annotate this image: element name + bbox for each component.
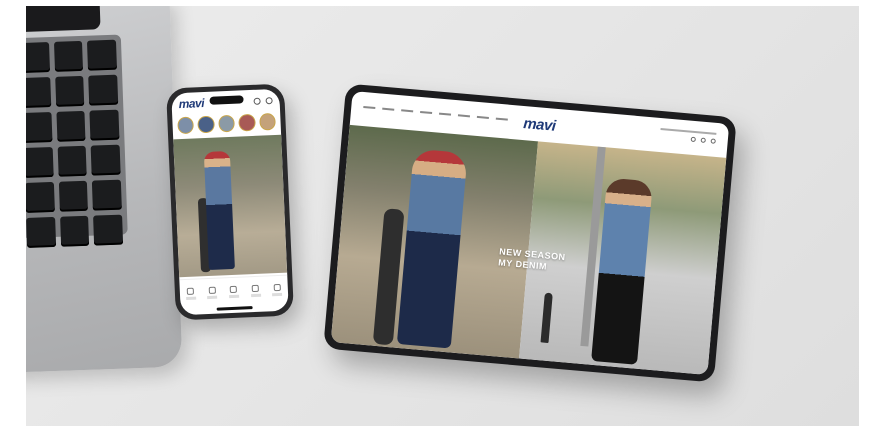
tab-home[interactable] (185, 287, 196, 300)
smartphone-device: mavi (165, 83, 295, 321)
tablet-hero-banner[interactable]: NEW SEASON MY DENIM (330, 124, 727, 375)
brand-logo[interactable]: mavi (523, 115, 557, 135)
phone-hero-image[interactable] (173, 134, 288, 278)
keyboard-key (26, 181, 55, 213)
brand-logo[interactable]: mavi (178, 96, 204, 111)
cart-icon (251, 284, 260, 292)
device-mockup-scene: mavi mavi NEW SEASON MY DENIM (26, 6, 859, 426)
model-figure (396, 148, 468, 349)
story-thumbnail[interactable] (238, 113, 256, 132)
keyboard-key (26, 111, 53, 143)
user-icon[interactable] (690, 136, 696, 143)
laptop-device (26, 6, 183, 374)
keyboard-key (26, 146, 54, 178)
keyboard-key (92, 179, 122, 211)
keyboard-key (93, 214, 124, 246)
tab-favorites[interactable] (229, 285, 240, 298)
phone-tab-bar (179, 274, 289, 308)
heart-icon[interactable] (700, 137, 706, 143)
heart-icon (230, 285, 238, 293)
nav-item[interactable] (495, 117, 508, 121)
keyboard-key (88, 74, 119, 106)
search-icon[interactable] (253, 97, 261, 105)
header-tools (660, 127, 717, 144)
keyboard-key (58, 180, 89, 212)
keyboard-key (87, 39, 117, 71)
model-figure (203, 150, 235, 270)
nav-item[interactable] (457, 114, 471, 118)
keyboard-key (26, 216, 56, 248)
keyboard-key (53, 40, 84, 72)
home-icon (186, 287, 195, 295)
user-icon (273, 283, 281, 291)
main-navigation (363, 105, 508, 121)
laptop-keyboard (26, 34, 128, 248)
tab-label (250, 293, 261, 297)
bag-icon[interactable] (710, 138, 716, 144)
bag-icon[interactable] (265, 96, 273, 104)
keyboard-key (59, 215, 90, 247)
home-indicator (216, 306, 253, 311)
grid-icon (208, 286, 216, 294)
tab-label (229, 294, 240, 298)
laptop-screen-edge (26, 6, 101, 33)
tablet-screen: mavi NEW SEASON MY DENIM (330, 91, 730, 375)
tab-label (272, 292, 283, 296)
phone-header-icons (253, 96, 273, 105)
tablet-device: mavi NEW SEASON MY DENIM (323, 83, 737, 383)
keyboard-key (56, 110, 86, 142)
keyboard-key (90, 144, 121, 176)
nav-item[interactable] (401, 109, 414, 113)
header-icons (690, 136, 716, 144)
nav-item[interactable] (382, 107, 395, 111)
tab-label (185, 296, 196, 300)
keyboard-key (54, 75, 85, 107)
stories-row (172, 111, 281, 139)
keyboard-key (57, 145, 88, 177)
tab-account[interactable] (272, 283, 283, 296)
search-input[interactable] (660, 127, 717, 135)
dynamic-island (209, 95, 244, 105)
tab-cart[interactable] (250, 284, 261, 297)
phone-screen: mavi (171, 88, 289, 316)
nav-item[interactable] (438, 112, 452, 116)
story-thumbnail[interactable] (258, 112, 276, 131)
story-thumbnail[interactable] (197, 115, 215, 134)
nav-item[interactable] (476, 115, 489, 119)
story-thumbnail[interactable] (218, 114, 236, 133)
hero-image-left (330, 124, 539, 359)
keyboard-key (26, 77, 51, 109)
nav-item[interactable] (420, 110, 433, 115)
street-bollard (540, 292, 553, 344)
tab-categories[interactable] (207, 286, 218, 299)
nav-item[interactable] (363, 105, 376, 110)
keyboard-key (89, 109, 120, 141)
tab-label (207, 295, 218, 299)
keyboard-key (26, 42, 50, 74)
story-thumbnail[interactable] (177, 116, 195, 135)
